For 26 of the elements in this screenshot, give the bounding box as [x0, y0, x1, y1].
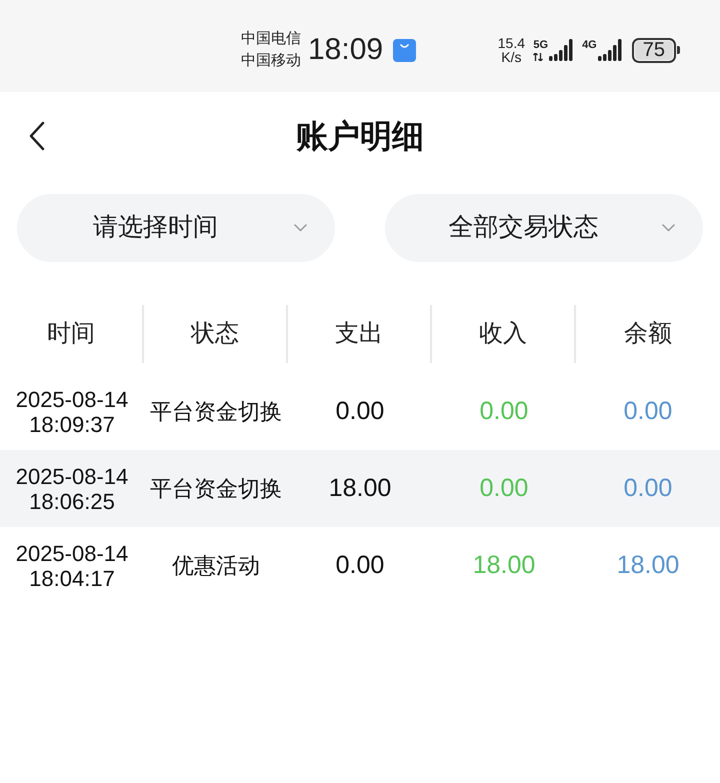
table-cell: 平台资金切换 — [144, 450, 288, 527]
table-cell: 0.00 — [576, 450, 720, 527]
table-cell: 18.00 — [288, 450, 432, 527]
bag-icon — [393, 38, 416, 62]
carrier-name: 中国移动 — [241, 51, 301, 71]
network-type: 4G — [582, 40, 597, 51]
signal-bars-icon — [549, 39, 574, 61]
column-header: 时间 — [0, 305, 144, 363]
filter-dropdown[interactable]: 请选择时间 — [17, 194, 335, 262]
back-icon — [28, 121, 46, 151]
chevron-down-icon — [662, 224, 675, 232]
signal-bars-icon — [598, 39, 622, 61]
page-title: 账户明细 — [295, 117, 425, 156]
column-header: 余额 — [623, 319, 673, 349]
table-cell: 2025-08-14 18:06:25 — [0, 450, 144, 527]
clock-time: 18:09 — [308, 35, 384, 65]
carrier-name: 中国电信 — [241, 29, 301, 49]
table-cell: 0.00 — [432, 450, 576, 527]
column-header: 状态 — [144, 305, 288, 363]
chevron-down-icon — [294, 224, 307, 232]
network-speed: 15.4 K/s — [496, 36, 526, 64]
network-type: 5G — [533, 40, 548, 51]
battery-indicator: 75 — [632, 38, 680, 62]
column-header: 收入 — [432, 305, 576, 363]
filter-dropdown[interactable]: 全部交易状态 — [385, 194, 703, 262]
column-header: 支出 — [288, 305, 432, 363]
